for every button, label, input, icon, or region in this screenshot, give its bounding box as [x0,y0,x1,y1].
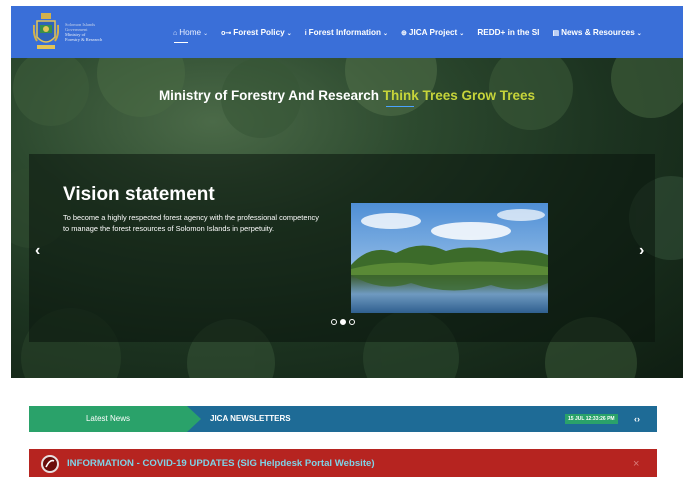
alert-link[interactable]: INFORMATION - COVID-19 UPDATES (SIG Help… [67,449,375,477]
chevron-down-icon: ⌄ [286,30,292,37]
ticker-timestamp: 15 JUL 12:33:26 PM [565,414,618,424]
coat-of-arms-icon [33,13,59,49]
nav-item-label: Forest Policy [233,27,285,37]
headline-main: Ministry of Forestry And Research [158,88,383,103]
nav-item-forest-policy[interactable]: o⊸ Forest Policy ⌄ [221,28,292,37]
nav-item-forest-information[interactable]: i Forest Information ⌄ [305,28,388,37]
nav-item-redd[interactable]: REDD+ in the SI [477,28,539,37]
nav-item-label: Forest Information [308,27,381,37]
top-navbar: Solomon Islands Government Ministry of F… [11,6,683,58]
nav-item-jica-project[interactable]: ⊕ JICA Project ⌄ [401,28,464,37]
slide-title: Vision statement [63,184,215,205]
chevron-down-icon: ⌄ [459,30,465,37]
main-menu: ⌂ Home ⌄ o⊸ Forest Policy ⌄ i Forest Informat… [173,27,655,43]
news-ticker: Latest News JICA NEWSLETTERS 15 JUL 12:3… [29,406,657,432]
info-icon: i [304,29,307,37]
carousel-indicators [331,319,355,325]
carousel-dot[interactable] [349,319,355,325]
logo-text: Solomon Islands Government Ministry of F… [65,22,117,42]
ticker-nav-icon[interactable]: ‹› [634,406,640,432]
nav-item-label: Home [179,27,202,37]
nav-item-news-resources[interactable]: ▤ News & Resources ⌄ [552,28,641,37]
nav-item-label: REDD+ in the SI [477,27,540,37]
nav-item-home[interactable]: ⌂ Home ⌄ [173,27,209,43]
ticker-headline[interactable]: JICA NEWSLETTERS [210,406,291,432]
chevron-down-icon: ⌄ [383,30,389,37]
ticker-label-arrow [187,406,201,432]
globe-icon: ⊕ [401,29,407,37]
carousel-slide: Vision statement To become a highly resp… [29,154,655,342]
nav-item-label: News & Resources [561,27,635,37]
nav-item-label: JICA Project [408,27,458,37]
carousel-dot-active[interactable] [340,319,346,325]
hero-headline: Ministry of Forestry And Research Think … [11,88,683,103]
logo-top-text: Solomon Islands Government [65,22,96,32]
carousel-next-icon[interactable]: › [639,242,644,260]
active-underline [174,41,188,43]
close-icon[interactable]: × [633,449,639,477]
chevron-down-icon: ⌄ [203,30,209,37]
newspaper-icon: ▤ [552,29,560,37]
carousel-dot[interactable] [331,319,337,325]
chevron-down-icon: ⌄ [636,30,642,37]
logo-line-2: Forestry & Research [65,37,103,42]
alert-logo-icon [41,455,59,473]
headline-underline [386,106,414,107]
slide-image [351,203,548,313]
hero-banner: Ministry of Forestry And Research Think … [11,58,683,378]
home-icon: ⌂ [173,29,178,37]
slide-text: To become a highly respected forest agen… [63,213,319,233]
key-icon: o⊸ [221,29,232,37]
covid-alert-banner: INFORMATION - COVID-19 UPDATES (SIG Help… [29,449,657,477]
carousel-prev-icon[interactable]: ‹ [35,242,40,260]
site-logo[interactable]: Solomon Islands Government Ministry of F… [33,11,117,53]
headline-accent: Think Trees Grow Trees [382,88,536,103]
ticker-label: Latest News [29,406,187,432]
